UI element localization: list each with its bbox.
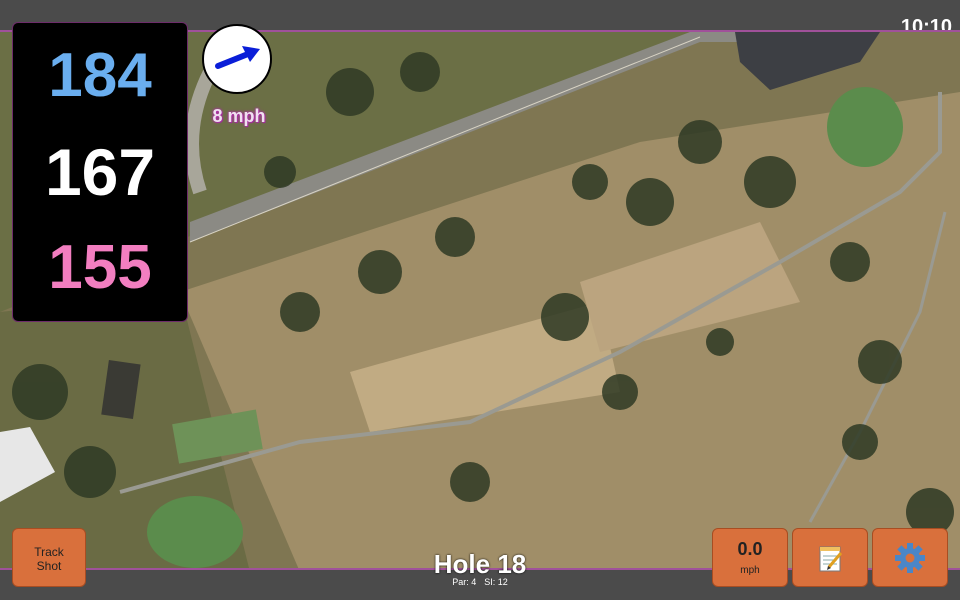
notepad-icon — [819, 546, 843, 571]
front-distance: 155 — [48, 233, 152, 302]
hole-info: Par: 4 SI: 12 — [400, 577, 560, 587]
track-shot-label-line1: Track — [34, 545, 64, 559]
wind-arrow-icon — [215, 46, 260, 69]
settings-button[interactable] — [872, 528, 948, 587]
wind-speed-label: 8 mph — [212, 106, 266, 126]
track-shot-label-line2: Shot — [36, 559, 62, 573]
speed-value: 0.0 — [737, 539, 763, 559]
notes-button[interactable] — [792, 528, 868, 587]
distance-panel: 184 167 155 — [12, 22, 188, 322]
back-distance: 184 — [48, 41, 152, 110]
gear-icon — [895, 542, 925, 573]
hole-si: SI: 12 — [484, 577, 508, 587]
speed-unit: mph — [740, 565, 760, 576]
hole-par: Par: 4 — [452, 577, 477, 587]
track-shot-button[interactable]: Track Shot — [12, 528, 86, 587]
middle-distance: 167 — [44, 135, 156, 209]
hole-title: Hole 18 — [433, 549, 527, 579]
wind-indicator — [202, 24, 272, 94]
speed-button[interactable]: 0.0 mph — [712, 528, 788, 587]
